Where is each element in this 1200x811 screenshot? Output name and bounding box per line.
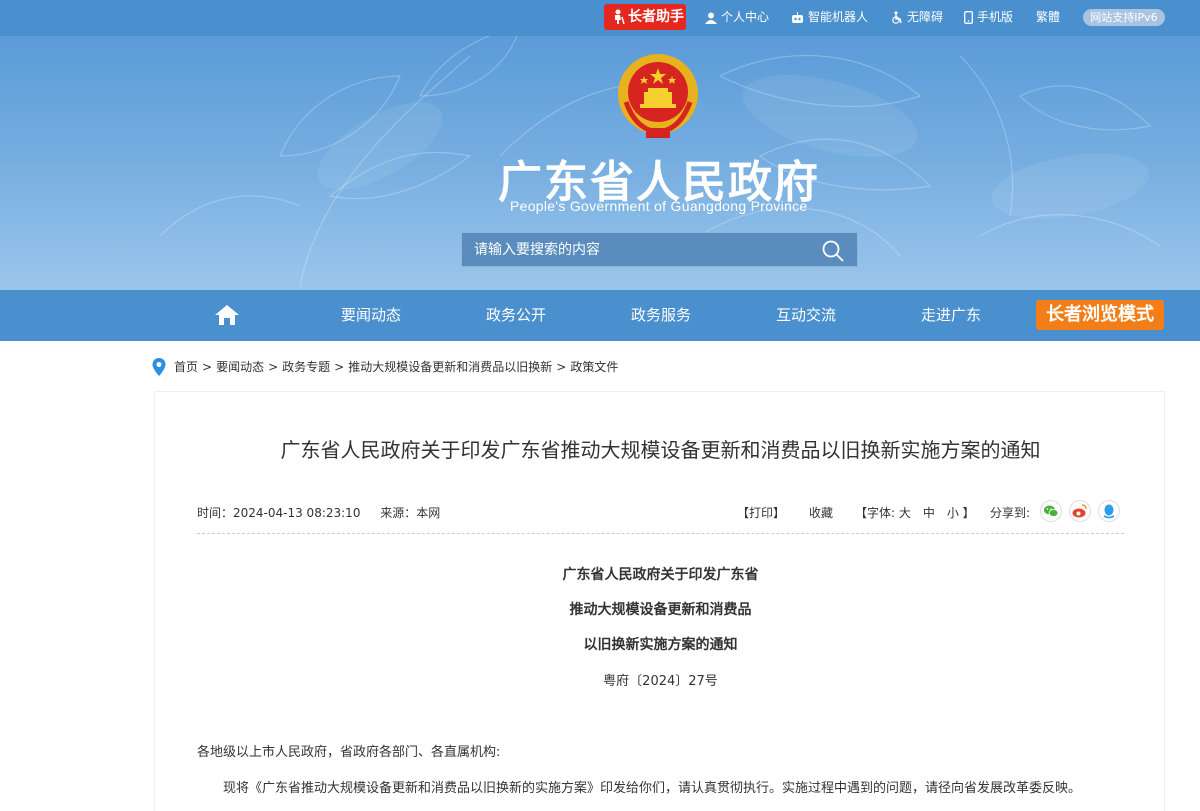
article-title: 广东省人民政府关于印发广东省推动大规模设备更新和消费品以旧换新实施方案的通知 — [280, 438, 1041, 462]
weibo-share-button[interactable] — [1069, 500, 1091, 522]
breadcrumb-separator: > — [556, 360, 567, 374]
article-panel: 广东省人民政府关于印发广东省推动大规模设备更新和消费品以旧换新实施方案的通知 时… — [154, 391, 1165, 811]
wechat-share-button[interactable] — [1040, 500, 1062, 522]
article-source: 来源：本网 — [380, 506, 441, 520]
nav-interaction[interactable]: 互动交流 — [761, 290, 851, 341]
search-input[interactable] — [462, 233, 812, 266]
qq-icon — [1103, 504, 1115, 519]
breadcrumb-home[interactable]: 首页 — [174, 360, 198, 374]
robot-link[interactable]: 智能机器人 — [791, 0, 868, 34]
nav-home[interactable] — [212, 290, 242, 341]
nav-about-guangdong[interactable]: 走进广东 — [906, 290, 996, 341]
favorite-button[interactable]: 收藏 — [809, 504, 833, 521]
breadcrumb-separator: > — [202, 360, 213, 374]
national-emblem-icon — [618, 54, 698, 138]
ipv6-badge: 网站支持IPv6 — [1083, 9, 1165, 26]
user-center-link[interactable]: 个人中心 — [705, 0, 769, 34]
mobile-link[interactable]: 手机版 — [964, 0, 1013, 34]
nav-gov-affairs[interactable]: 政务公开 — [471, 290, 561, 341]
traditional-chinese-link[interactable]: 繁體 — [1036, 0, 1060, 34]
weibo-icon — [1072, 504, 1087, 518]
breadcrumb-topics[interactable]: 政务专题 — [282, 360, 330, 374]
nav-services[interactable]: 政务服务 — [616, 290, 706, 341]
header-banner: 广东省人民政府 People's Government of Guangdong… — [0, 36, 1200, 290]
breadcrumb-separator: > — [334, 360, 345, 374]
meta-divider — [197, 533, 1124, 534]
robot-label: 智能机器人 — [808, 10, 869, 24]
salutation: 各地级以上市人民政府，省政府各部门、各直属机构: — [197, 745, 501, 760]
wechat-icon — [1044, 505, 1059, 517]
accessibility-icon — [892, 11, 902, 24]
document-number: 粤府〔2024〕27号 — [603, 674, 718, 689]
elder-assistant-button[interactable]: 长者助手 — [604, 4, 686, 30]
accessibility-label: 无障碍 — [907, 10, 944, 24]
home-icon — [215, 305, 239, 325]
main-nav: 要闻动态 政务公开 政务服务 互动交流 走进广东 长者浏览模式 — [0, 290, 1200, 341]
traditional-chinese-label: 繁體 — [1036, 10, 1061, 24]
share-label: 分享到: — [990, 506, 1031, 520]
elder-assistant-label: 长者助手 — [628, 9, 684, 25]
publish-time: 时间：2024-04-13 08:23:10 — [197, 506, 361, 520]
user-icon — [705, 12, 717, 24]
location-pin-icon — [152, 358, 166, 376]
body-paragraph: 现将《广东省推动大规模设备更新和消费品以旧换新的实施方案》印发给你们，请认真贯彻… — [223, 781, 1082, 796]
user-center-label: 个人中心 — [721, 10, 770, 24]
search-box — [461, 232, 858, 267]
search-button[interactable] — [821, 239, 845, 263]
print-button[interactable]: 【打印】 — [737, 504, 785, 521]
robot-icon — [792, 12, 803, 23]
breadcrumb-topic-page[interactable]: 推动大规模设备更新和消费品以旧换新 — [348, 360, 552, 374]
nav-news[interactable]: 要闻动态 — [326, 290, 416, 341]
article-meta: 时间：2024-04-13 08:23:10 来源：本网 — [197, 504, 456, 521]
mobile-icon — [964, 11, 973, 24]
document-title-line-3: 以旧换新实施方案的通知 — [583, 637, 738, 653]
font-size-controls[interactable]: 【字体: 大 中 小 】 — [855, 504, 975, 521]
top-bar: 长者助手 个人中心 智能机器人 无障碍 手机版 繁體 网站支持IPv6 — [0, 0, 1200, 36]
mobile-label: 手机版 — [977, 10, 1014, 24]
breadcrumb-policy[interactable]: 政策文件 — [570, 360, 618, 374]
accessibility-link[interactable]: 无障碍 — [891, 0, 943, 34]
breadcrumb-news[interactable]: 要闻动态 — [216, 360, 264, 374]
elder-icon — [615, 9, 625, 25]
search-icon — [822, 240, 844, 262]
qq-share-button[interactable] — [1098, 500, 1120, 522]
elder-mode-button[interactable]: 长者浏览模式 — [1036, 300, 1164, 330]
document-title-line-1: 广东省人民政府关于印发广东省 — [562, 567, 759, 583]
site-subtitle: People's Government of Guangdong Provinc… — [510, 198, 808, 214]
breadcrumb-separator: > — [268, 360, 279, 374]
document-title-line-2: 推动大规模设备更新和消费品 — [569, 602, 752, 618]
